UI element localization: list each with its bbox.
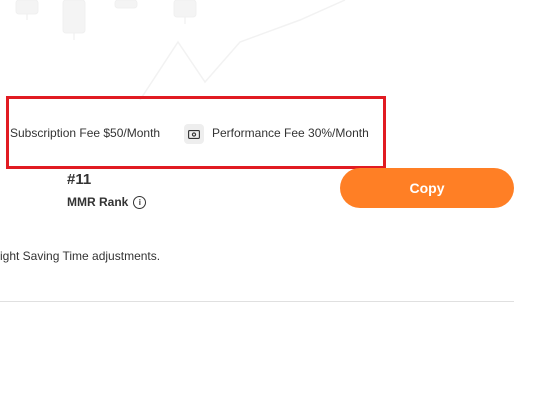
divider [0,301,514,302]
info-icon[interactable]: i [133,195,147,209]
candlestick-bars [15,0,197,40]
performance-fee: Performance Fee 30%/Month [212,126,369,140]
candlestick [114,0,138,9]
candlestick [15,0,39,15]
subscription-fee: Subscription Fee $50/Month [10,126,161,140]
copy-button[interactable]: Copy [340,168,514,208]
candlestick [173,0,197,18]
candlestick [62,0,86,34]
dst-note: ight Saving Time adjustments. [0,249,161,263]
trend-line [139,0,346,100]
mmr-rank-label: MMR Rank [67,195,129,209]
mmr-rank-label-group: MMR Rank i [67,195,147,209]
background-chart [15,0,346,100]
mmr-rank-value: #11 [67,171,92,188]
money-icon [184,124,204,144]
